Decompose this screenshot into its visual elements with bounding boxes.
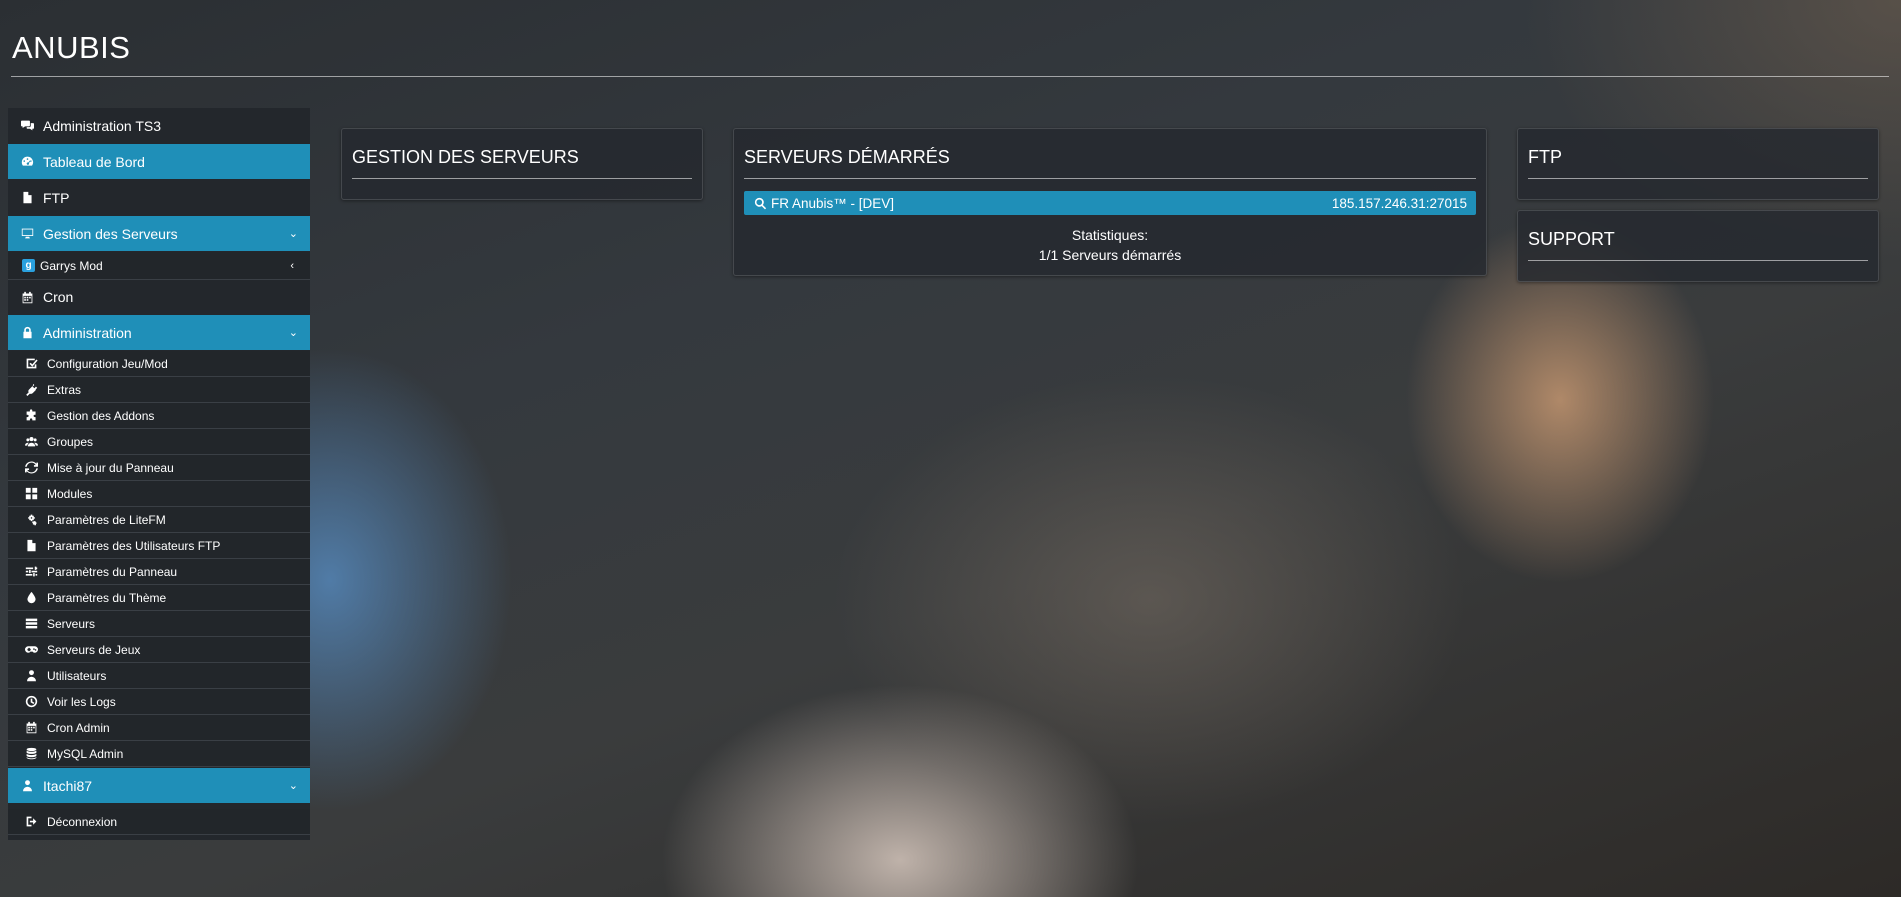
panel-title: SUPPORT <box>1528 229 1868 261</box>
sidebar-item-cron[interactable]: Cron <box>8 280 310 314</box>
sliders-icon <box>24 565 38 579</box>
lock-icon <box>20 326 34 340</box>
ftp-panel: FTP <box>1517 128 1879 200</box>
sidebar-item-server-management[interactable]: Gestion des Serveurs ⌄ <box>8 216 310 251</box>
chevron-left-icon: ‹ <box>290 259 294 272</box>
search-icon <box>753 196 767 210</box>
sidebar-item-user-account[interactable]: Itachi87 ⌄ <box>8 768 310 803</box>
sidebar-item-label: Cron <box>43 289 74 305</box>
sidebar-item-panel-update[interactable]: Mise à jour du Panneau <box>8 455 310 481</box>
server-management-panel: GESTION DES SERVEURS <box>341 128 703 200</box>
plug-icon <box>24 383 38 397</box>
list-icon <box>24 617 38 631</box>
chevron-down-icon: ⌄ <box>288 327 298 339</box>
users-icon <box>24 435 38 449</box>
brand-title[interactable]: ANUBIS <box>12 30 130 66</box>
server-address: 185.157.246.31:27015 <box>1331 195 1467 211</box>
sidebar-item-groups[interactable]: Groupes <box>8 429 310 455</box>
sidebar-item-label: MySQL Admin <box>47 746 124 761</box>
chevron-down-icon: ⌄ <box>288 780 298 792</box>
sidebar-item-dashboard[interactable]: Tableau de Bord <box>8 144 310 179</box>
sidebar-item-view-logs[interactable]: Voir les Logs <box>8 689 310 715</box>
sidebar-item-label: Paramètres du Panneau <box>47 564 178 579</box>
clock-icon <box>24 695 38 709</box>
sidebar-item-cron-admin[interactable]: Cron Admin <box>8 715 310 741</box>
dashboard-icon <box>20 155 34 169</box>
sidebar-item-config-game-mod[interactable]: Configuration Jeu/Mod <box>8 351 310 377</box>
droplet-icon <box>24 591 38 605</box>
sidebar-item-label: Mise à jour du Panneau <box>47 460 174 475</box>
sidebar-item-label: Administration <box>43 324 132 341</box>
server-stats: Statistiques: 1/1 Serveurs démarrés <box>734 225 1486 265</box>
sidebar-item-panel-settings[interactable]: Paramètres du Panneau <box>8 559 310 585</box>
panel-title: GESTION DES SERVEURS <box>352 147 692 179</box>
server-row[interactable]: FR Anubis™ - [DEV] 185.157.246.31:27015 <box>744 191 1476 215</box>
puzzle-icon <box>24 409 38 423</box>
desktop-icon <box>20 227 34 241</box>
user-icon <box>24 669 38 683</box>
sidebar-item-litefm-settings[interactable]: Paramètres de LiteFM <box>8 507 310 533</box>
sidebar-item-label: Serveurs de Jeux <box>47 642 141 657</box>
sidebar-item-label: Configuration Jeu/Mod <box>47 356 168 371</box>
sidebar-item-addons[interactable]: Gestion des Addons <box>8 403 310 429</box>
check-square-icon <box>24 357 38 371</box>
sidebar-item-ftp-user-settings[interactable]: Paramètres des Utilisateurs FTP <box>8 533 310 559</box>
sidebar-item-label: FTP <box>43 189 70 206</box>
server-name: FR Anubis™ - [DEV] <box>771 195 895 211</box>
sidebar-item-label: Paramètres des Utilisateurs FTP <box>47 538 221 553</box>
garrys-mod-icon: g <box>22 259 35 272</box>
sidebar-item-label: Itachi87 <box>43 777 93 794</box>
stats-value: 1/1 Serveurs démarrés <box>1038 247 1182 263</box>
sign-out-icon <box>24 815 38 829</box>
sidebar-item-label: Voir les Logs <box>47 694 116 709</box>
gamepad-icon <box>24 643 38 657</box>
sidebar-item-label: Administration TS3 <box>43 117 162 134</box>
sidebar-item-theme-settings[interactable]: Paramètres du Thème <box>8 585 310 611</box>
sidebar-item-label: Modules <box>47 486 93 501</box>
calendar-icon <box>20 290 34 304</box>
sidebar-item-label: Utilisateurs <box>47 668 107 683</box>
file-text-icon <box>24 539 38 553</box>
panel-title: FTP <box>1528 147 1868 179</box>
sidebar-item-label: Serveurs <box>47 616 96 631</box>
sidebar-item-servers[interactable]: Serveurs <box>8 611 310 637</box>
header-divider <box>11 76 1889 77</box>
grid-icon <box>24 487 38 501</box>
user-icon <box>20 779 34 793</box>
sidebar-item-modules[interactable]: Modules <box>8 481 310 507</box>
sidebar-item-label: Garrys Mod <box>40 258 103 273</box>
sidebar-item-garrys-mod[interactable]: g Garrys Mod ‹ <box>8 252 310 280</box>
sidebar-item-logout[interactable]: Déconnexion <box>8 809 310 835</box>
calendar-icon <box>24 721 38 735</box>
sidebar-item-extras[interactable]: Extras <box>8 377 310 403</box>
sidebar-item-users[interactable]: Utilisateurs <box>8 663 310 689</box>
sidebar-item-label: Groupes <box>47 434 94 449</box>
sidebar-item-label: Paramètres de LiteFM <box>47 512 166 527</box>
database-icon <box>24 747 38 761</box>
sidebar-item-label: Gestion des Addons <box>47 408 155 423</box>
cogs-icon <box>24 513 38 527</box>
refresh-icon <box>24 461 38 475</box>
panel-title: SERVEURS DÉMARRÉS <box>744 147 1476 179</box>
support-panel: SUPPORT <box>1517 210 1879 282</box>
sidebar-item-mysql-admin[interactable]: MySQL Admin <box>8 741 310 767</box>
sidebar-item-label: Cron Admin <box>47 720 110 735</box>
file-icon <box>20 191 34 205</box>
started-servers-panel: SERVEURS DÉMARRÉS FR Anubis™ - [DEV] 185… <box>733 128 1487 276</box>
sidebar-item-label: Gestion des Serveurs <box>43 225 178 242</box>
stats-label: Statistiques: <box>1071 227 1149 243</box>
sidebar-item-label: Paramètres du Thème <box>47 590 167 605</box>
sidebar-item-game-servers[interactable]: Serveurs de Jeux <box>8 637 310 663</box>
sidebar-item-label: Extras <box>47 382 82 397</box>
sidebar-item-ts3[interactable]: Administration TS3 <box>8 108 310 143</box>
sidebar: Administration TS3 Tableau de Bord FTP G… <box>8 108 310 840</box>
chevron-down-icon: ⌄ <box>288 228 298 240</box>
sidebar-item-label: Déconnexion <box>47 814 118 829</box>
sidebar-item-label: Tableau de Bord <box>43 153 145 170</box>
sidebar-item-administration[interactable]: Administration ⌄ <box>8 315 310 350</box>
comments-icon <box>20 119 34 133</box>
sidebar-item-ftp[interactable]: FTP <box>8 180 310 215</box>
